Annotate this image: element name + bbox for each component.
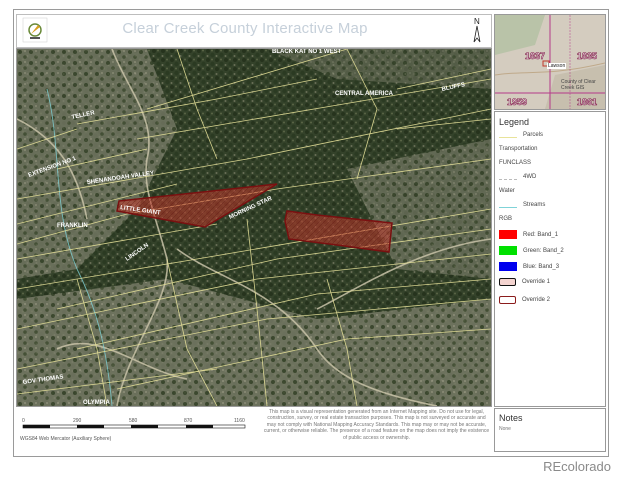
legend-item-label: Green: Band_2	[523, 247, 564, 254]
notes-panel: Notes None	[494, 408, 606, 452]
overview-map[interactable]: 1837 1835 1959 1861 Lawson County of Cle…	[494, 14, 606, 110]
legend-panel: Legend Parcels Transportation FUNCLASS 4WD W…	[494, 111, 606, 407]
legend-item: Transportation	[499, 146, 537, 152]
notes-text: None	[499, 426, 511, 432]
scale-tick-2: 580	[129, 418, 138, 424]
legend-swatch-icon	[499, 262, 517, 271]
overview-label-1837: 1837	[525, 51, 546, 62]
scale-tick-4: 1160	[234, 418, 245, 424]
overview-town-label: Lawson	[547, 63, 567, 69]
legend-item: Streams	[499, 202, 545, 208]
aerial-map-view[interactable]: BLACK KAT NO 1 WEST CENTRAL AMERICA BLUF…	[16, 48, 492, 407]
overview-label-1959: 1959	[507, 97, 528, 108]
legend-item: Parcels	[499, 132, 543, 138]
legend-item-label: Override 2	[522, 297, 551, 303]
legend-item: Water	[499, 188, 515, 194]
legend-swatch-icon	[499, 296, 516, 304]
aerial-imagery: BLACK KAT NO 1 WEST CENTRAL AMERICA BLUF…	[17, 49, 491, 406]
legend-title: Legend	[499, 117, 530, 127]
north-arrow-icon: N	[473, 17, 481, 43]
legend-swatch-icon	[499, 133, 517, 138]
map-label-central-america: CENTRAL AMERICA	[335, 91, 394, 97]
overview-caption: County of Clear Creek GIS	[561, 79, 596, 91]
overview-label-1835: 1835	[577, 51, 598, 62]
legend-item: FUNCLASS	[499, 160, 531, 166]
legend-item: Green: Band_2	[499, 246, 564, 255]
overview-label-1861: 1861	[577, 97, 598, 108]
watermark-text: REcolorado	[543, 459, 611, 474]
projection-label: WGS84 Web Mercator (Auxiliary Sphere)	[20, 436, 112, 442]
scale-tick-3: 870	[184, 418, 193, 424]
legend-item-label: Parcels	[523, 132, 544, 138]
legend-swatch-icon	[499, 278, 516, 286]
legend-item-label: Transportation	[499, 146, 538, 152]
legend-item-label: Red: Band_1	[523, 231, 559, 238]
map-label-franklin: FRANKLIN	[57, 223, 88, 229]
map-title: Clear Creek County Interactive Map	[122, 20, 368, 37]
map-label-olympia: OLYMPIA	[83, 400, 110, 406]
scale-tick-1: 290	[73, 418, 82, 424]
legend-item: RGB	[499, 216, 512, 222]
legend-item-label: 4WD	[523, 174, 537, 180]
scale-bar: 0 290 580 870 1160 WGS84 Web Mercator (A…	[16, 409, 261, 445]
legend-item: 4WD	[499, 174, 536, 180]
legend-item-label: Override 1	[522, 279, 551, 285]
legend-item: Override 2	[499, 296, 550, 304]
legend-item: Override 1	[499, 278, 550, 286]
legend-item-label: FUNCLASS	[499, 160, 532, 166]
svg-text:N: N	[474, 17, 480, 26]
scale-tick-0: 0	[22, 418, 25, 424]
legend-item-label: Blue: Band_3	[523, 263, 560, 270]
legend-item-label: Water	[499, 188, 515, 194]
overview-imagery	[495, 15, 605, 109]
legend-swatch-icon	[499, 203, 517, 208]
map-label-black-kat: BLACK KAT NO 1 WEST	[272, 49, 342, 55]
legend-item-label: Streams	[523, 202, 546, 208]
notes-title: Notes	[499, 413, 523, 423]
legend-swatch-icon	[499, 230, 517, 239]
map-disclaimer: This map is a visual representation gene…	[263, 409, 490, 441]
legend-item: Red: Band_1	[499, 230, 558, 239]
legend-swatch-icon	[499, 246, 517, 255]
legend-swatch-icon	[499, 175, 517, 180]
legend-item-label: RGB	[499, 216, 513, 222]
legend-item: Blue: Band_3	[499, 262, 559, 271]
